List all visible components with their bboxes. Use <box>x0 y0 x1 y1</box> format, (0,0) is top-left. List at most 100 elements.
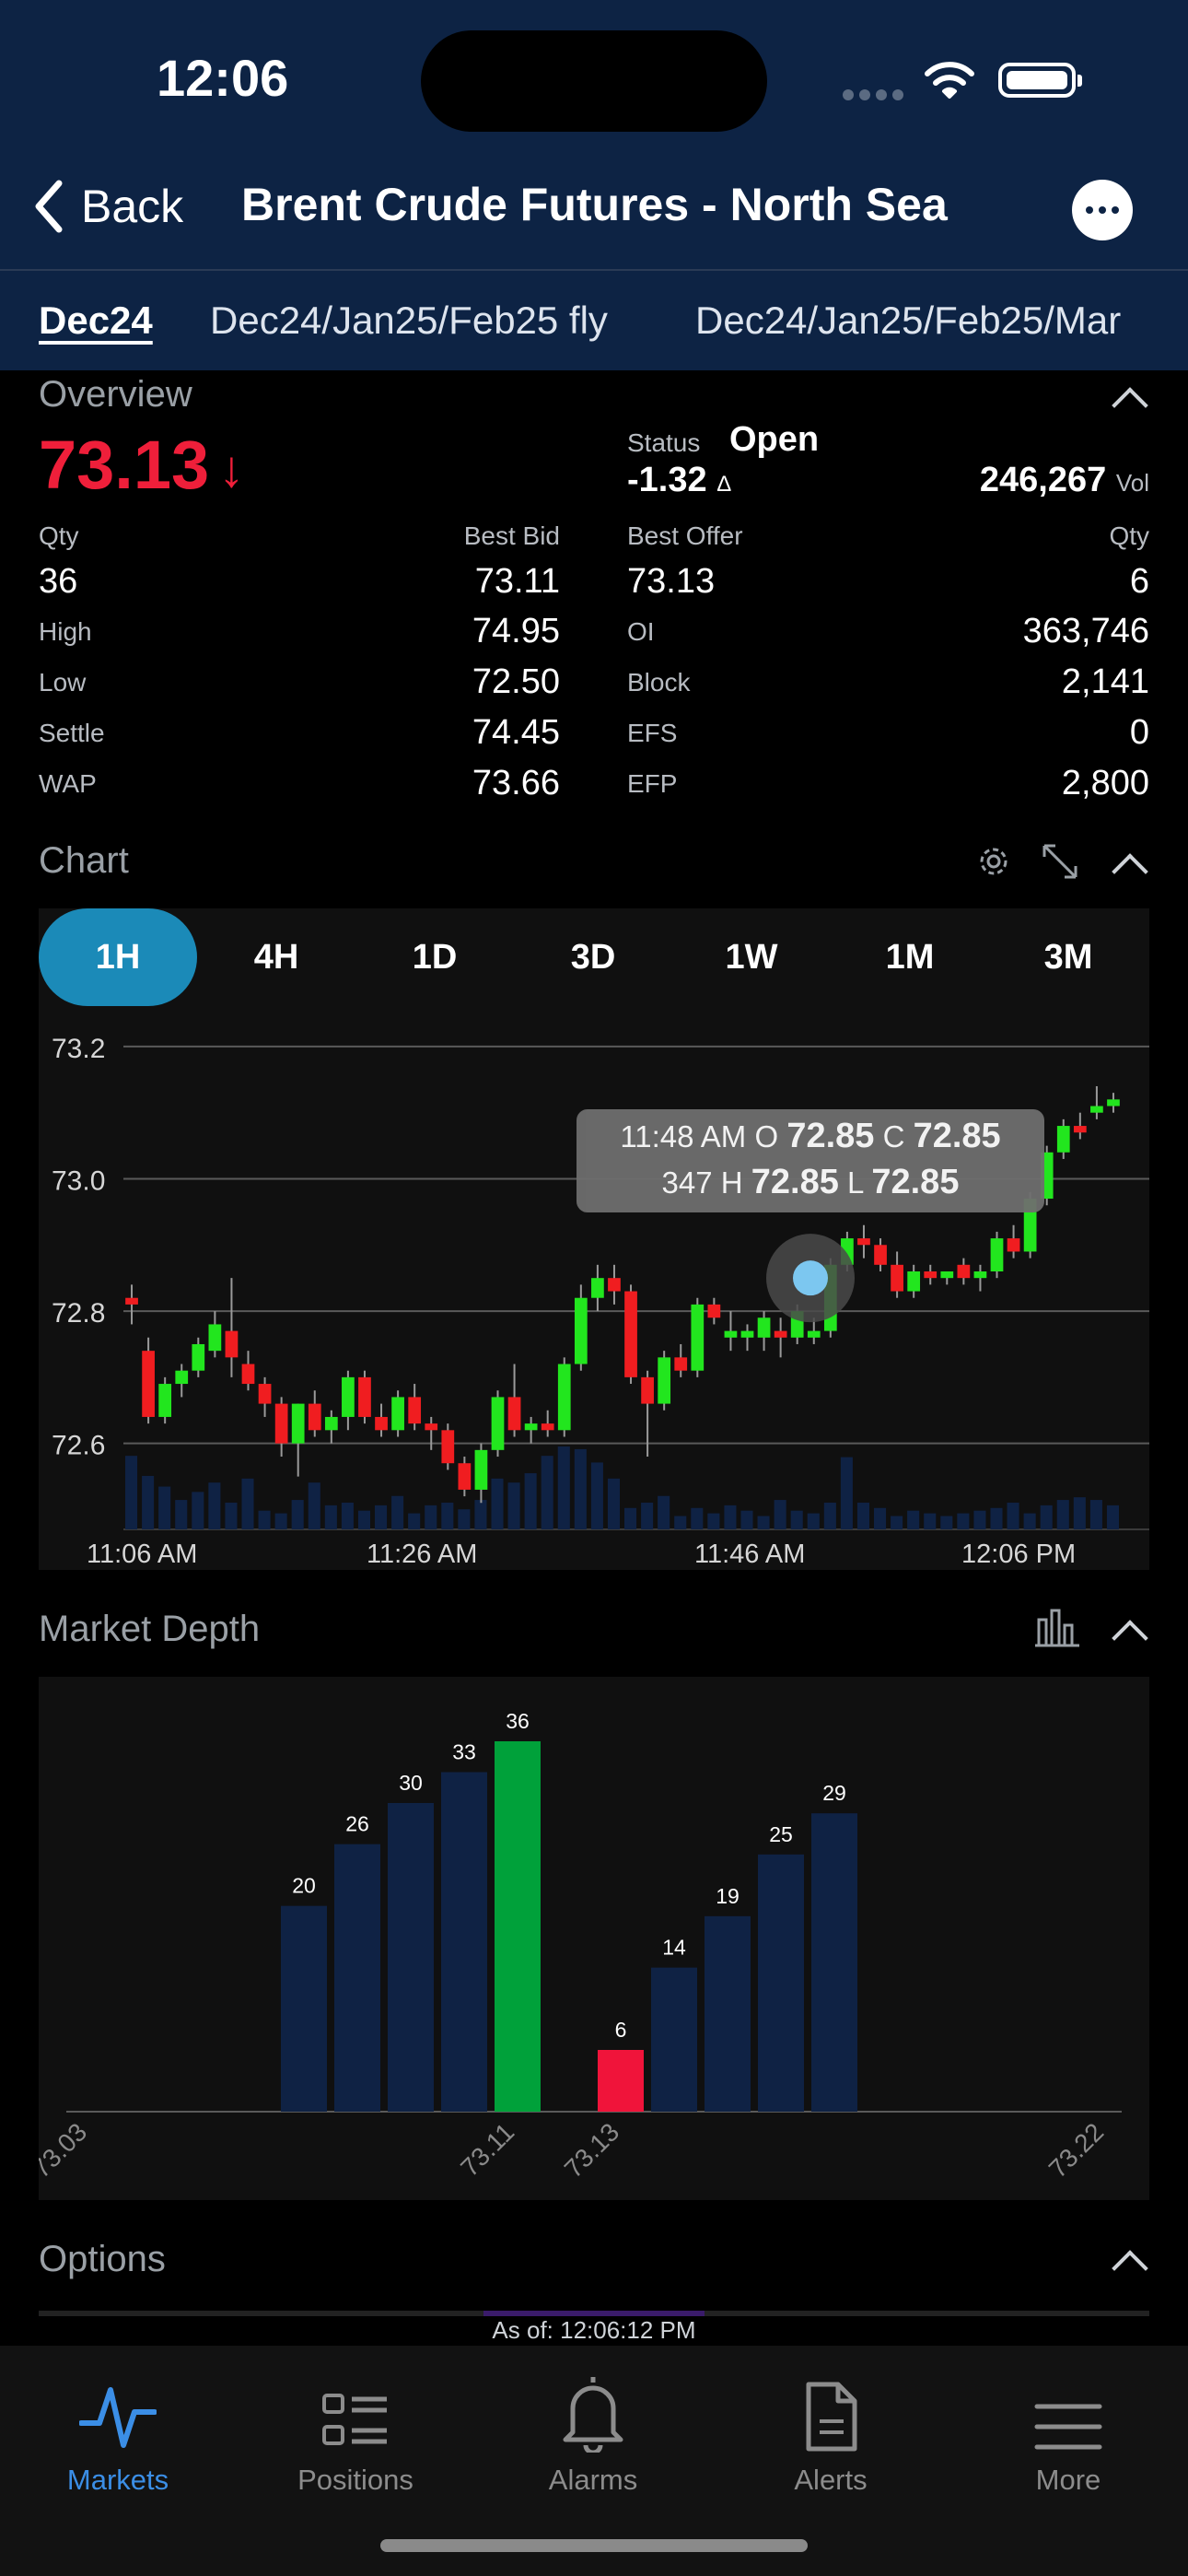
volume-bar <box>258 1510 271 1529</box>
volume-bar <box>973 1510 986 1529</box>
volume-bar <box>674 1516 687 1529</box>
tooltip-line-2: 347 H 72.85 L 72.85 <box>577 1163 1044 1202</box>
volume-unit: Vol <box>1115 469 1149 497</box>
tab-alarms[interactable]: Alarms <box>501 2364 685 2497</box>
tab-markets-label: Markets <box>66 2464 169 2496</box>
offer-qty-label: 19 <box>716 1884 740 1908</box>
price-chart[interactable]: 73.2 73.0 72.8 72.6 11:06 AM 11:26 AM 11:46 AM… <box>39 1013 1149 1570</box>
volume-bar <box>1106 1505 1119 1529</box>
options-title: Options <box>39 2239 166 2279</box>
volume-bar <box>524 1473 537 1529</box>
candle <box>391 1397 404 1431</box>
gear-icon[interactable] <box>974 842 1013 885</box>
volume-bar <box>874 1507 887 1529</box>
contract-tab[interactable]: Dec24/Jan25/Feb25 fly <box>210 299 608 343</box>
candle <box>208 1324 222 1352</box>
collapse-depth-icon[interactable] <box>1112 1620 1148 1657</box>
list-icon <box>263 2364 448 2453</box>
candle <box>358 1376 371 1417</box>
range-tabs: 1H 4H 1D 3D 1W 1M 3M <box>39 908 1149 1006</box>
best-bid-label: Best Bid <box>463 521 560 550</box>
expand-icon[interactable] <box>1041 842 1079 885</box>
candle <box>258 1384 272 1404</box>
range-tab-3m[interactable]: 3M <box>989 908 1147 1006</box>
tab-alerts-label: Alerts <box>794 2464 868 2496</box>
tab-positions[interactable]: Positions <box>263 2364 448 2497</box>
candle <box>1056 1126 1070 1153</box>
offer-qty-value: 6 <box>1129 562 1149 601</box>
volume-bar <box>574 1448 587 1529</box>
candle <box>674 1357 688 1371</box>
volume-bar <box>192 1492 204 1529</box>
volume-bar <box>541 1456 553 1529</box>
depth-price-label: 73.03 <box>39 2117 92 2183</box>
range-tab-3d[interactable]: 3D <box>514 908 672 1006</box>
tooltip-h-label: H <box>720 1165 743 1200</box>
collapse-chart-icon[interactable] <box>1112 853 1148 890</box>
candle <box>658 1357 671 1404</box>
depth-price-label: 73.13 <box>559 2117 624 2183</box>
collapse-options-icon[interactable] <box>1112 2250 1148 2287</box>
tab-markets[interactable]: Markets <box>26 2364 210 2497</box>
tooltip-time: 11:48 AM <box>620 1119 747 1153</box>
settle-value: 74.45 <box>472 713 560 752</box>
chevron-left-icon <box>35 180 63 233</box>
best-bid-value: 73.11 <box>474 562 560 601</box>
volume-bar <box>491 1478 504 1529</box>
depth-price-label: 73.22 <box>1043 2117 1109 2183</box>
volume-bar <box>641 1502 654 1529</box>
bar-chart-icon[interactable] <box>1033 1607 1081 1652</box>
range-tab-1h[interactable]: 1H <box>39 908 197 1006</box>
contract-tab[interactable]: Dec24/Jan25/Feb25/Mar <box>695 299 1121 343</box>
candle <box>408 1397 422 1424</box>
bid-qty-label: 30 <box>399 1771 423 1795</box>
range-tab-1m[interactable]: 1M <box>831 908 989 1006</box>
volume-bar <box>341 1502 354 1529</box>
candle <box>973 1271 987 1279</box>
candle <box>940 1271 954 1279</box>
candle <box>574 1297 588 1364</box>
volume-bar <box>607 1478 620 1529</box>
candle <box>507 1397 521 1431</box>
x-tick-label: 11:06 AM <box>87 1540 197 1569</box>
volume-bar <box>1007 1502 1019 1529</box>
back-button[interactable]: Back <box>33 180 183 233</box>
volume-bar <box>125 1456 138 1529</box>
low-label: Low <box>39 668 87 697</box>
block-label: Block <box>627 668 691 697</box>
offer-depth-bar <box>705 1915 751 2112</box>
tab-more[interactable]: More <box>976 2364 1160 2497</box>
contract-tab[interactable]: Dec24 <box>39 299 153 343</box>
volume-bar <box>691 1507 704 1529</box>
last-price: 73.13 ↓ <box>39 426 244 504</box>
candle <box>608 1278 621 1292</box>
candle <box>1090 1106 1103 1113</box>
candle <box>691 1304 705 1371</box>
range-tab-1w[interactable]: 1W <box>672 908 831 1006</box>
tab-alerts[interactable]: Alerts <box>739 2364 923 2497</box>
candle <box>641 1376 654 1404</box>
low-value: 72.50 <box>472 662 560 701</box>
more-options-button[interactable] <box>1072 180 1133 240</box>
candle <box>624 1291 637 1377</box>
collapse-overview-icon[interactable] <box>1112 387 1148 424</box>
contract-tabs: Dec24 Dec24/Jan25/Feb25 fly Dec24/Jan25/… <box>0 271 1188 370</box>
range-tab-4h[interactable]: 4H <box>197 908 355 1006</box>
tab-more-label: More <box>1035 2464 1101 2496</box>
candle <box>957 1264 971 1279</box>
high-label: High <box>39 617 92 646</box>
volume-bar <box>891 1516 903 1529</box>
volume-bar <box>757 1516 770 1529</box>
volume-bar <box>1089 1500 1102 1529</box>
candle <box>491 1397 505 1450</box>
x-tick-label: 12:06 PM <box>961 1540 1076 1569</box>
tooltip-o-label: O <box>754 1119 779 1153</box>
candle <box>192 1343 205 1371</box>
efs-value: 0 <box>1129 713 1149 752</box>
efp-value: 2,800 <box>1061 764 1149 802</box>
volume-bar <box>208 1482 221 1529</box>
candle <box>158 1384 172 1417</box>
range-tab-1d[interactable]: 1D <box>355 908 514 1006</box>
volume-bar <box>507 1482 520 1529</box>
candle <box>142 1351 155 1417</box>
